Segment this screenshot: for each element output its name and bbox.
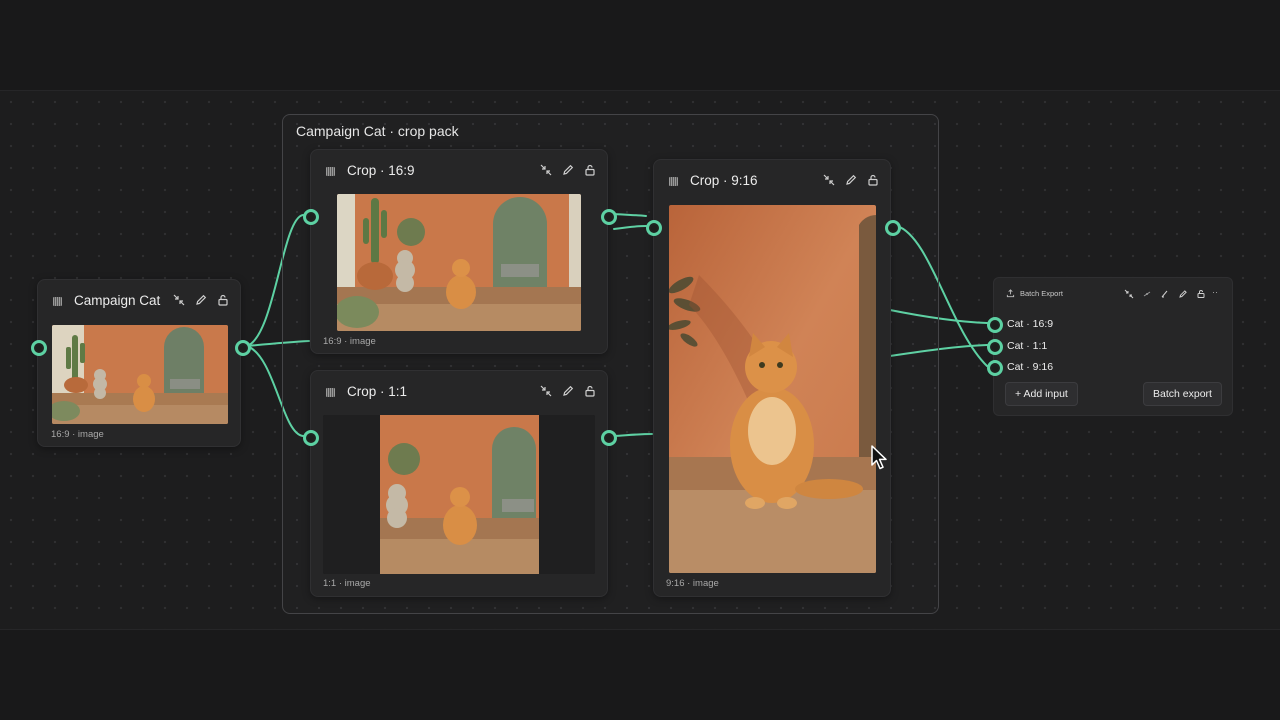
mouse-pointer-icon — [871, 445, 887, 470]
edit-icon[interactable] — [194, 293, 208, 307]
node-header[interactable]: Crop · 9:16 — [654, 160, 890, 196]
export-input-port-16-9[interactable] — [987, 317, 1003, 333]
crop-9-16-preview — [669, 205, 876, 573]
node-caption: 1:1 · image — [323, 578, 371, 589]
group-title: Campaign Cat · crop pack — [296, 123, 459, 139]
edit-icon[interactable] — [1178, 289, 1188, 299]
edit-icon[interactable] — [561, 384, 575, 398]
crop-1-1-input-port[interactable] — [303, 430, 319, 446]
crop-1-1-preview — [323, 415, 595, 574]
export-input-1-1: Cat · 1:1 — [1007, 340, 1048, 352]
node-caption: 16:9 · image — [323, 336, 376, 347]
export-input-port-9-16[interactable] — [987, 360, 1003, 376]
node-title: Crop · 16:9 — [347, 163, 415, 178]
source-image-preview — [52, 325, 228, 424]
image-node-icon — [326, 388, 335, 397]
collapse-icon[interactable] — [539, 384, 553, 398]
hide-icon[interactable] — [1142, 289, 1152, 299]
node-header[interactable]: Crop · 16:9 — [311, 150, 607, 186]
node-title: Crop · 1:1 — [347, 384, 408, 399]
node-header[interactable]: Campaign Cat — [38, 280, 240, 316]
lock-icon[interactable] — [1196, 289, 1206, 299]
crop-16-9-output-port[interactable] — [601, 209, 617, 225]
source-input-port[interactable] — [31, 340, 47, 356]
image-node-icon — [53, 297, 62, 306]
crop-9-16-node[interactable]: Crop · 9:16 9:16 · image — [653, 159, 891, 597]
node-toolbar — [1124, 289, 1206, 299]
crop-9-16-input-port[interactable] — [646, 220, 662, 236]
crop-16-9-preview — [337, 194, 581, 331]
batch-export-button[interactable]: Batch export — [1143, 382, 1222, 406]
node-header[interactable]: Crop · 1:1 — [311, 371, 607, 407]
lock-icon[interactable] — [216, 293, 230, 307]
export-input-9-16: Cat · 9:16 — [1007, 361, 1054, 373]
node-caption: 9:16 · image — [666, 578, 719, 589]
source-image-node[interactable]: Campaign Cat 16:9 · image — [37, 279, 241, 447]
node-title: Campaign Cat — [74, 293, 161, 308]
node-caption: 16:9 · image — [51, 429, 104, 440]
collapse-icon[interactable] — [822, 173, 836, 187]
edit-icon[interactable] — [561, 163, 575, 177]
node-toolbar — [539, 384, 597, 398]
crop-16-9-input-port[interactable] — [303, 209, 319, 225]
edit-icon[interactable] — [844, 173, 858, 187]
node-toolbar — [822, 173, 880, 187]
lock-icon[interactable] — [583, 163, 597, 177]
collapse-icon[interactable] — [1124, 289, 1134, 299]
collapse-icon[interactable] — [172, 293, 186, 307]
crop-9-16-output-port[interactable] — [885, 220, 901, 236]
export-input-16-9: Cat · 16:9 — [1007, 318, 1054, 330]
image-node-icon — [669, 177, 678, 186]
node-title: Batch Export — [1020, 289, 1063, 298]
crop-16-9-node[interactable]: Crop · 16:9 16:9 · image — [310, 149, 608, 354]
node-toolbar — [539, 163, 597, 177]
brush-icon[interactable] — [1160, 289, 1170, 299]
upload-icon — [1006, 289, 1015, 298]
lock-icon[interactable] — [866, 173, 880, 187]
add-input-button[interactable]: + Add input — [1005, 382, 1078, 406]
more-menu-icon[interactable]: ·· — [1212, 287, 1218, 297]
node-toolbar — [172, 293, 230, 307]
source-output-port[interactable] — [235, 340, 251, 356]
batch-export-node[interactable]: Batch Export ·· Cat · 16:9 Cat · 1:1 Cat… — [993, 277, 1233, 416]
node-title: Crop · 9:16 — [690, 173, 758, 188]
export-input-port-1-1[interactable] — [987, 339, 1003, 355]
crop-1-1-output-port[interactable] — [601, 430, 617, 446]
lock-icon[interactable] — [583, 384, 597, 398]
image-node-icon — [326, 167, 335, 176]
crop-1-1-node[interactable]: Crop · 1:1 1:1 · image — [310, 370, 608, 597]
collapse-icon[interactable] — [539, 163, 553, 177]
